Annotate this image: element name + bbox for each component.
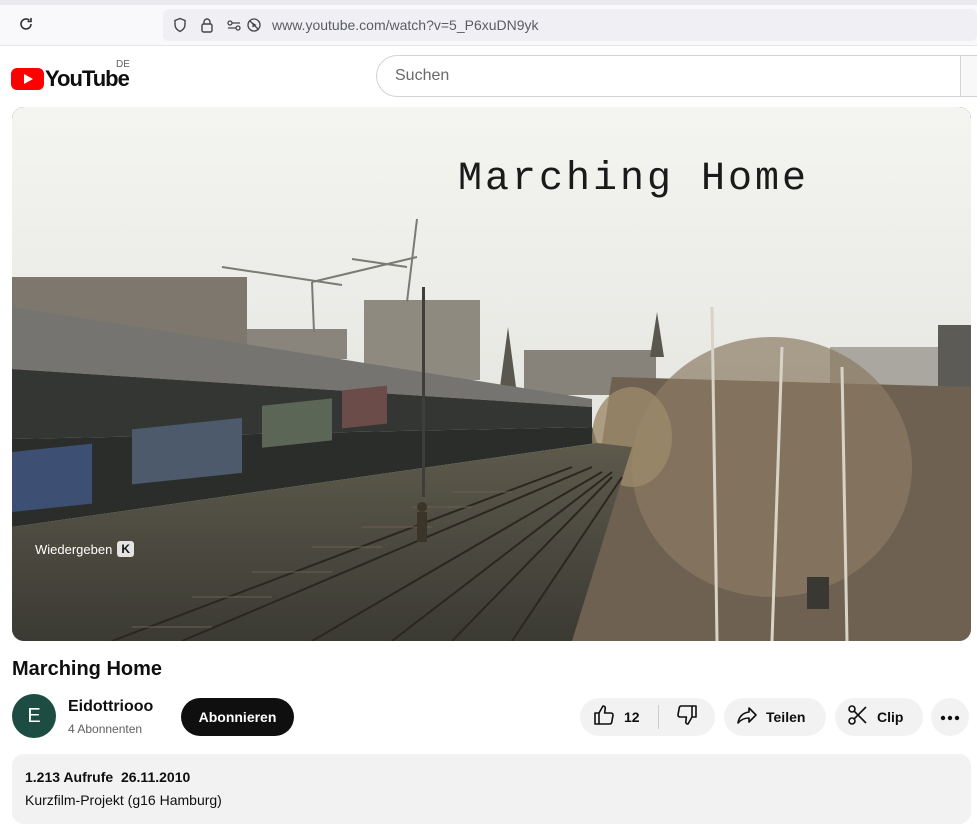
thumbs-up-icon <box>592 703 616 732</box>
video-title: Marching Home <box>12 658 163 680</box>
like-button[interactable]: 12 <box>580 698 658 736</box>
clip-label: Clip <box>877 709 904 725</box>
scissors-icon <box>846 703 870 732</box>
play-tooltip: Wiedergeben K <box>26 535 143 563</box>
reload-icon[interactable] <box>16 14 36 34</box>
youtube-logo[interactable]: YouTube <box>11 66 130 92</box>
shield-icon[interactable] <box>171 16 189 34</box>
browser-tab-strip <box>0 0 977 5</box>
channel-name[interactable]: Eidottriooo <box>68 698 153 716</box>
clip-button[interactable]: Clip <box>835 698 923 736</box>
play-tooltip-label: Wiedergeben <box>35 541 113 557</box>
youtube-play-icon <box>11 68 44 90</box>
lock-icon[interactable] <box>198 16 216 34</box>
subscriber-count: 4 Abonnenten <box>68 722 143 736</box>
share-label: Teilen <box>766 709 806 725</box>
more-actions-button[interactable] <box>931 698 969 736</box>
view-count: 1.213 Aufrufe <box>25 769 114 785</box>
upload-date: 26.11.2010 <box>120 769 191 785</box>
url-text[interactable]: www.youtube.com/watch?v=5_P6xuDN9yk <box>272 17 539 33</box>
like-count: 12 <box>624 709 640 725</box>
more-horizontal-icon <box>940 708 960 726</box>
thumbs-down-icon <box>675 703 699 732</box>
description-text: Kurzfilm-Projekt (g16 Hamburg) <box>25 792 222 808</box>
play-shortcut-key: K <box>117 541 134 557</box>
share-icon <box>735 703 759 732</box>
video-player[interactable]: Marching Home Wiedergeben K <box>12 107 971 641</box>
autoplay-blocked-icon[interactable] <box>245 16 263 34</box>
search-box[interactable] <box>376 55 966 97</box>
share-button[interactable]: Teilen <box>724 698 826 736</box>
description-stats: 1.213 Aufrufe 26.11.2010 <box>25 769 190 785</box>
search-button[interactable] <box>960 55 977 97</box>
like-dislike-group: 12 <box>580 698 715 736</box>
permissions-icon[interactable] <box>225 16 243 34</box>
search-input[interactable] <box>395 67 955 85</box>
country-code: DE <box>116 59 130 70</box>
description-box[interactable]: 1.213 Aufrufe 26.11.2010 Kurzfilm-Projek… <box>12 754 971 824</box>
browser-toolbar: www.youtube.com/watch?v=5_P6xuDN9yk <box>0 0 977 46</box>
url-bar[interactable]: www.youtube.com/watch?v=5_P6xuDN9yk <box>163 9 977 41</box>
subscribe-button[interactable]: Abonnieren <box>181 698 294 736</box>
video-overlay-title: Marching Home <box>458 157 810 202</box>
dislike-button[interactable] <box>659 698 715 736</box>
youtube-header: YouTube DE <box>0 46 977 106</box>
channel-avatar[interactable]: E <box>12 694 56 738</box>
